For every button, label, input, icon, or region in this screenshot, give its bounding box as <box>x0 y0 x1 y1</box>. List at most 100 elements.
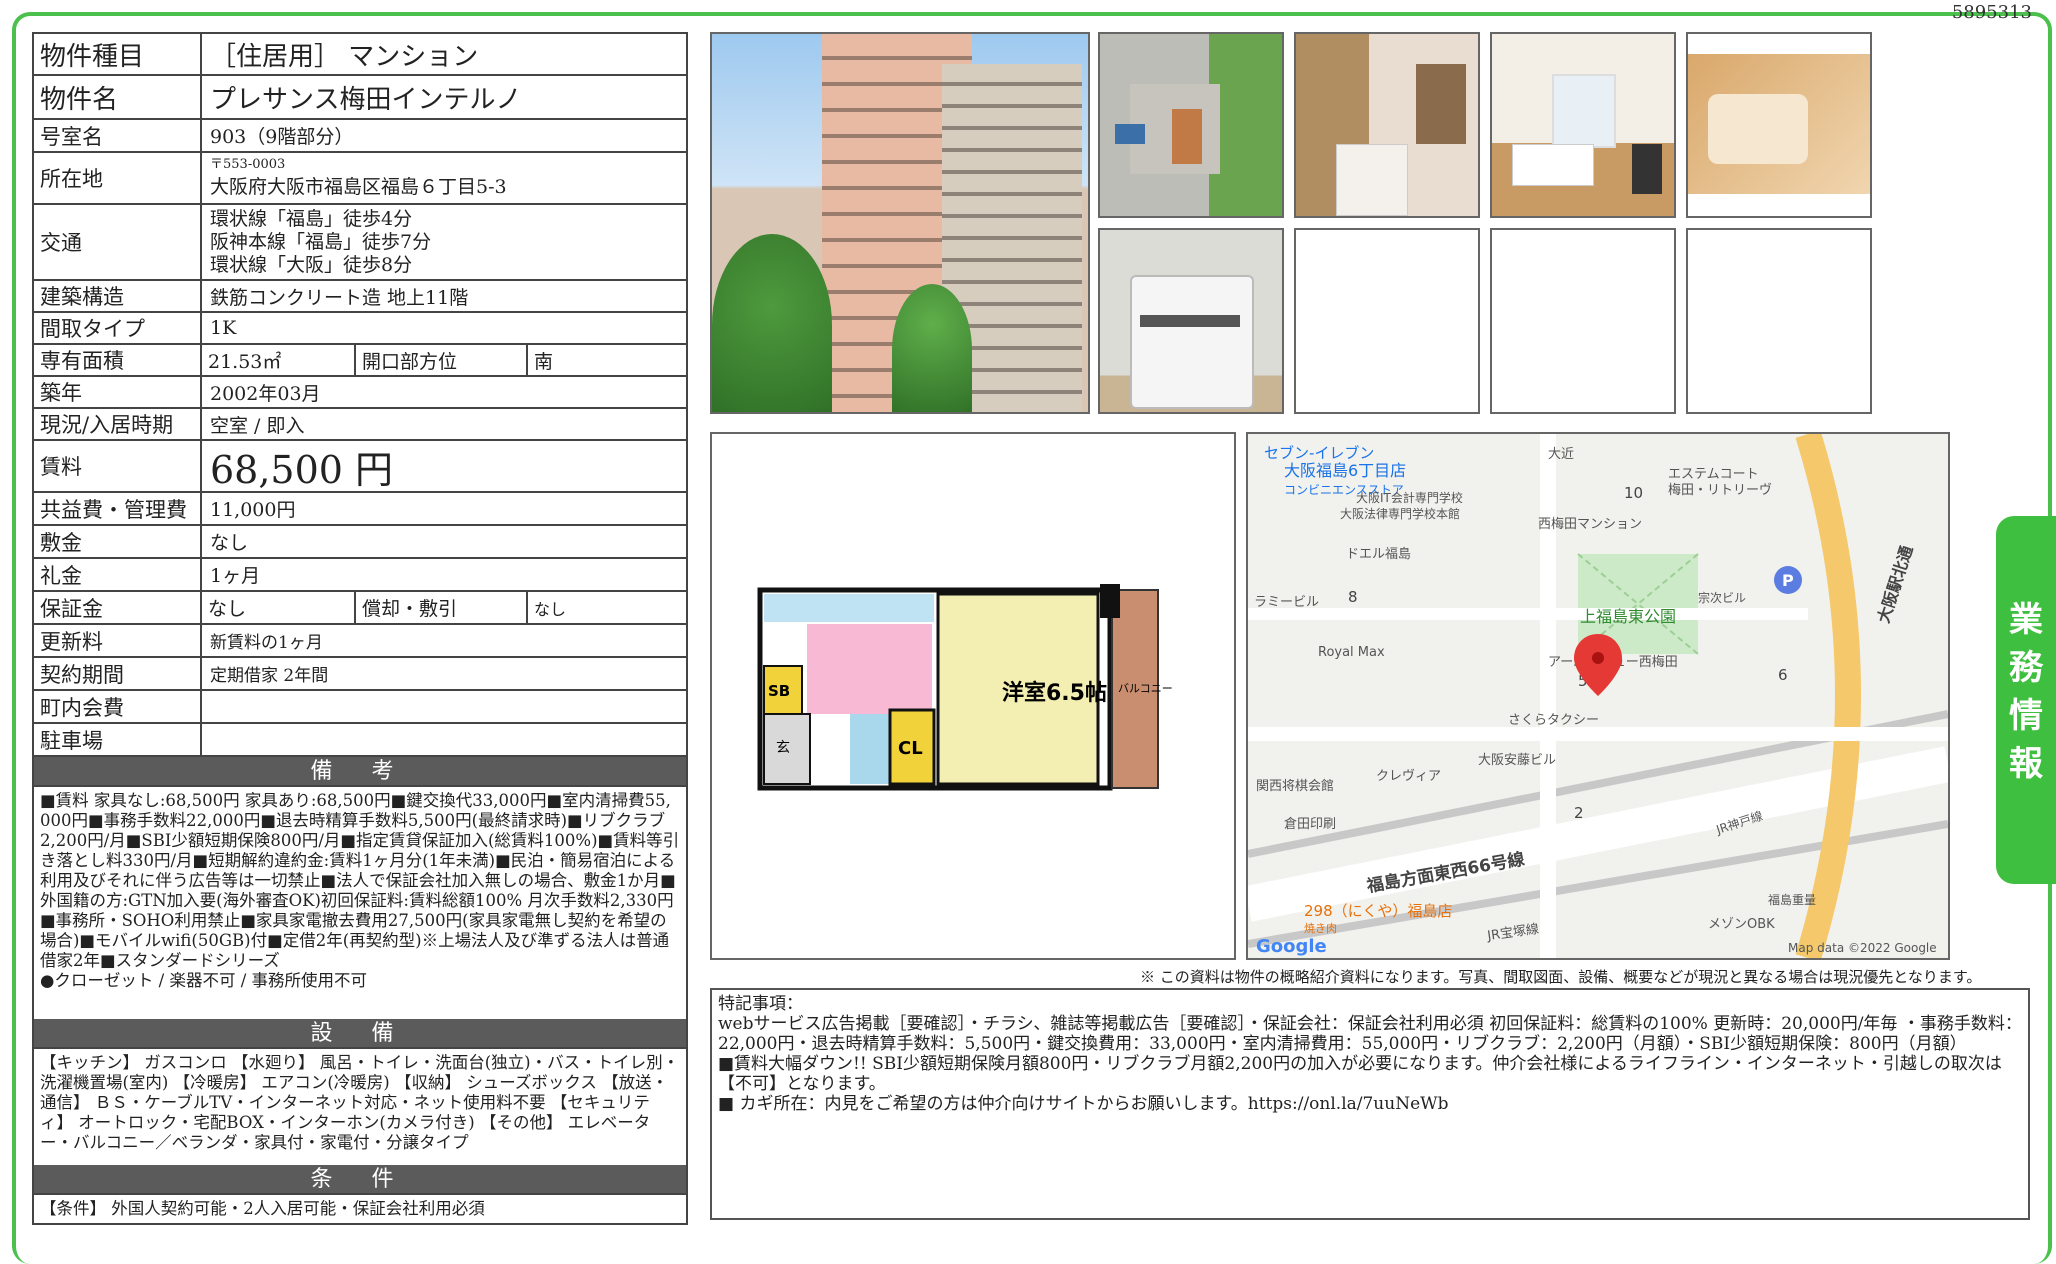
map-label: さくらタクシー <box>1508 713 1599 728</box>
value-status: 空室 / 即入 <box>210 414 305 437</box>
row-renewal: 更新料 新賃料の1ヶ月 <box>32 625 688 658</box>
label-built: 築年 <box>34 377 202 407</box>
empty-photo-slot <box>1686 228 1872 414</box>
room-photo <box>1490 32 1676 218</box>
entrance-photo <box>1098 32 1284 218</box>
zip-code: 〒553-0003 <box>210 156 286 172</box>
value-area: 21.53㎡ <box>202 345 356 375</box>
map-label: メゾンOBK <box>1708 917 1775 932</box>
label-guarantee: 保証金 <box>34 592 202 623</box>
entry-label: 玄 <box>776 739 790 756</box>
access-line: 阪神本線「福島」徒歩7分 <box>210 230 432 253</box>
map-label: Royal Max <box>1318 645 1385 660</box>
value-parking <box>202 724 686 755</box>
washing-machine-photo <box>1098 228 1284 414</box>
floor-plan-drawing: 洋室6.5帖 バルコニー SB CL 玄 <box>757 584 1173 791</box>
map-attribution: Map data ©2022 Google <box>1788 941 1937 955</box>
label-key-money: 礼金 <box>34 559 202 590</box>
map-label: 焼き肉 <box>1304 922 1337 935</box>
row-status: 現況/入居時期 空室 / 即入 <box>32 409 688 441</box>
map-label: 大阪法律専門学校本館 <box>1340 506 1460 521</box>
google-logo: Google <box>1256 936 1327 957</box>
room-label: 洋室6.5帖 <box>1002 680 1107 706</box>
label-address: 所在地 <box>34 153 202 203</box>
shoebox-label: SB <box>768 682 790 700</box>
washroom-photo <box>1294 32 1480 218</box>
label-rent: 賃料 <box>34 441 202 491</box>
empty-photo-slot <box>1490 228 1676 414</box>
row-fee: 共益費・管理費 11,000円 <box>32 493 688 526</box>
map-label: 上福島東公園 <box>1580 607 1676 626</box>
row-area: 専有面積 21.53㎡ 開口部方位 南 <box>32 345 688 377</box>
row-parking: 駐車場 <box>32 724 688 757</box>
map-label: 大近 <box>1548 447 1574 462</box>
conditions-text: 【条件】 外国人契約可能・2人入居可能・保証会社利用必須 <box>32 1195 688 1225</box>
closet-label: CL <box>898 738 923 759</box>
special-notes: 特記事項： webサービス広告掲載［要確認］・チラシ、雑誌等掲載広告［要確認］・… <box>710 988 2030 1220</box>
label-fee: 共益費・管理費 <box>34 493 202 524</box>
label-type: 物件種目 <box>34 34 202 74</box>
row-room: 号室名 903（9階部分） <box>32 120 688 153</box>
value-layout: 1K <box>210 317 237 339</box>
map-label: ドエル福島 <box>1346 547 1411 562</box>
business-info-tab[interactable]: 業 務 情 報 <box>1996 516 2056 884</box>
svg-text:P: P <box>1782 571 1794 590</box>
map-label: 10 <box>1624 484 1643 502</box>
value-amortization: なし <box>534 599 567 619</box>
disclaimer: ※ この資料は物件の概略紹介資料になります。写真、間取図面、設備、概要などが現況… <box>1140 968 1982 986</box>
map-label: エステムコート <box>1668 467 1759 482</box>
label-room: 号室名 <box>34 120 202 151</box>
row-community: 町内会費 <box>32 691 688 724</box>
map-label: クレヴィア <box>1376 768 1441 784</box>
row-name: 物件名 プレサンス梅田インテルノ <box>32 76 688 120</box>
label-name: 物件名 <box>34 76 202 118</box>
map-label: 梅田・リトリーヴ <box>1668 482 1772 498</box>
label-structure: 建築構造 <box>34 281 202 311</box>
row-address: 所在地 〒553-0003 大阪府大阪市福島区福島６丁目5-3 <box>32 153 688 205</box>
label-area: 専有面積 <box>34 345 202 375</box>
map-label: ラミービル <box>1254 595 1319 610</box>
remarks-header: 備 考 <box>32 757 688 787</box>
value-community <box>202 691 686 722</box>
value-direction: 南 <box>534 350 554 373</box>
value-name: プレサンス梅田インテルノ <box>210 84 522 115</box>
label-community: 町内会費 <box>34 691 202 722</box>
balcony-label: バルコニー <box>1118 682 1173 695</box>
value-room: 903（9階部分） <box>210 126 354 148</box>
row-guarantee: 保証金 なし 償却・敷引 なし <box>32 592 688 625</box>
row-contract: 契約期間 定期借家 2年間 <box>32 658 688 691</box>
value-structure: 鉄筋コンクリート造 地上11階 <box>210 286 469 309</box>
map-label: 大阪福島6丁目店 <box>1284 461 1406 480</box>
map-label: 宗次ビル <box>1698 590 1746 605</box>
map-label: 倉田印刷 <box>1284 817 1336 832</box>
map-label: 西梅田マンション <box>1538 517 1642 532</box>
value-renewal: 新賃料の1ヶ月 <box>210 633 323 653</box>
row-access: 交通 環状線「福島」徒歩4分 阪神本線「福島」徒歩7分 環状線「大阪」徒歩8分 <box>32 205 688 281</box>
map-label: 福島重量 <box>1768 892 1816 907</box>
row-key-money: 礼金 1ヶ月 <box>32 559 688 592</box>
row-structure: 建築構造 鉄筋コンクリート造 地上11階 <box>32 281 688 313</box>
property-info-table: 物件種目 ［住居用］ マンション 物件名 プレサンス梅田インテルノ 号室名 90… <box>32 32 688 1225</box>
map-label: 6 <box>1778 666 1788 684</box>
value-address: 〒553-0003 大阪府大阪市福島区福島６丁目5-3 <box>202 153 686 203</box>
tab-char: 業 <box>2009 600 2043 640</box>
label-amortization: 償却・敷引 <box>356 592 528 623</box>
label-renewal: 更新料 <box>34 625 202 656</box>
tab-char: 情 <box>2009 696 2043 736</box>
value-built: 2002年03月 <box>210 382 321 405</box>
label-contract: 契約期間 <box>34 658 202 689</box>
bathroom-photo <box>1686 32 1872 218</box>
label-layout: 間取タイプ <box>34 313 202 343</box>
map-label: 関西将棋会館 <box>1256 779 1334 794</box>
map-label: 298（にくや）福島店 <box>1304 902 1452 920</box>
value-fee: 11,000円 <box>210 499 296 521</box>
value-rent: 68,500 円 <box>210 447 394 492</box>
label-parking: 駐車場 <box>34 724 202 755</box>
conditions-header: 条 件 <box>32 1165 688 1195</box>
label-deposit: 敷金 <box>34 526 202 557</box>
value-type: ［住居用］ マンション <box>210 41 479 72</box>
map-label: 2 <box>1574 804 1584 822</box>
row-deposit: 敷金 なし <box>32 526 688 559</box>
row-layout: 間取タイプ 1K <box>32 313 688 345</box>
map-label: 大阪IT会計専門学校 <box>1356 490 1463 505</box>
